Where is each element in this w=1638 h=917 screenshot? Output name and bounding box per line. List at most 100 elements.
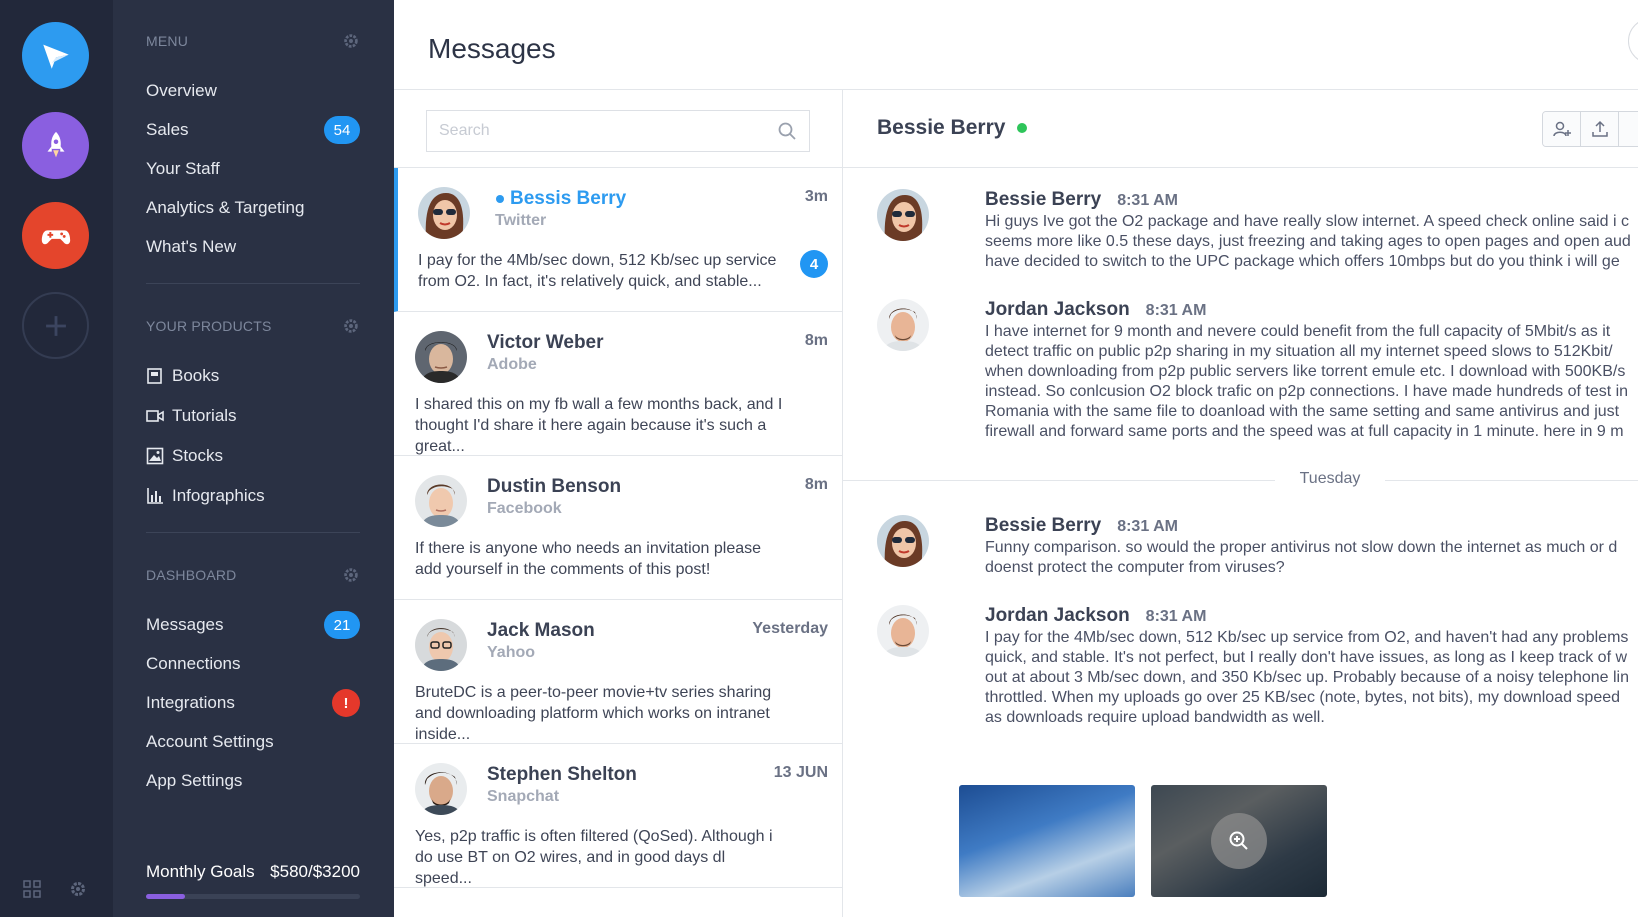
rocket-icon [47, 131, 64, 157]
gear-icon[interactable] [342, 32, 360, 50]
gear-icon[interactable] [342, 566, 360, 584]
message-body: Funny comparison. so would the proper an… [985, 538, 1638, 578]
goals-progress-bar [146, 894, 360, 899]
grid-icon[interactable] [22, 879, 42, 899]
avatar [418, 187, 470, 239]
conversation-item[interactable]: Jack Mason Yahoo Yesterday BruteDC is a … [394, 600, 843, 744]
sidebar-item-analytics[interactable]: Analytics & Targeting [146, 195, 360, 221]
day-label: Tuesday [1299, 470, 1361, 487]
message-line: detect traffic on public p2p sharing in … [985, 343, 1613, 360]
sidebar-item-content: Books [146, 366, 219, 386]
more-button[interactable] [1619, 112, 1638, 146]
goals-label: Monthly Goals [146, 862, 255, 881]
sidebar-item-integrations[interactable]: Integrations ! [146, 689, 360, 717]
search-input[interactable] [439, 122, 777, 140]
sidebar-item-sales[interactable]: Sales 54 [146, 116, 360, 144]
menu-section-header: MENU [146, 32, 360, 50]
dashboard-section-title: DASHBOARD [146, 567, 237, 583]
unread-count-badge: 4 [800, 250, 828, 278]
sidebar-item-overview[interactable]: Overview [146, 78, 360, 104]
sidebar-item-messages[interactable]: Messages 21 [146, 611, 360, 639]
search-icon[interactable] [777, 121, 797, 141]
message-line: firewall and forward same ports and the … [985, 423, 1624, 440]
image-attachment-mountain[interactable] [1151, 785, 1327, 897]
sidebar-item-connections[interactable]: Connections [146, 651, 360, 677]
sidebar-item-your-staff[interactable]: Your Staff [146, 156, 360, 182]
conversation-source: Adobe [487, 356, 537, 373]
conversation-source: Twitter [495, 212, 547, 229]
upload-icon [1591, 120, 1608, 137]
conversation-item[interactable]: Stephen Shelton Snapchat 13 JUN Yes, p2p… [394, 744, 843, 888]
sidebar-item-label: Stocks [172, 446, 224, 465]
add-user-icon [1552, 121, 1571, 137]
unread-dot [496, 195, 504, 203]
sidebar-item-label: Your Staff [146, 159, 220, 178]
message-author: Bessie Berry 8:31 AM [985, 189, 1178, 211]
sidebar-item-whats-new[interactable]: What's New [146, 234, 360, 260]
message-line: instead. So conlcusion O2 block trafic o… [985, 383, 1629, 400]
app-rocket-button[interactable] [22, 112, 89, 179]
online-status-dot [1017, 123, 1028, 133]
avatar [877, 189, 929, 241]
sidebar-item-label: Connections [146, 654, 241, 673]
app-rail [0, 0, 113, 917]
sidebar-item-label: Infographics [172, 486, 265, 505]
sidebar-item-infographics[interactable]: Infographics [146, 483, 360, 509]
sidebar-item-content: Stocks [146, 446, 223, 466]
sidebar-item-account-settings[interactable]: Account Settings [146, 729, 360, 755]
avatar [415, 763, 467, 815]
app-game-button[interactable] [22, 202, 89, 269]
page-title: Messages [428, 33, 556, 64]
user-avatar[interactable] [1628, 18, 1638, 64]
plus-icon [45, 315, 66, 336]
message-line: I have internet for 9 month and nevere c… [985, 323, 1611, 340]
app-send-button[interactable] [22, 22, 89, 89]
dashboard-section-header: DASHBOARD [146, 566, 360, 584]
conversation-snippet: If there is anyone who needs an invitati… [415, 540, 762, 578]
message-time: 8:31 AM [1117, 518, 1178, 535]
conversation-item[interactable]: Dustin Benson Facebook 8m If there is an… [394, 456, 843, 600]
search-box [426, 110, 810, 152]
sidebar-item-tutorials[interactable]: Tutorials [146, 403, 360, 429]
sidebar-item-label: Integrations [146, 693, 235, 712]
message-body: I pay for the 4Mb/sec down, 512 Kb/sec u… [985, 628, 1638, 728]
upload-button[interactable] [1581, 112, 1619, 146]
message-line: seems more like 0.5 these days, just fre… [985, 233, 1631, 250]
conversation-time: 8m [804, 332, 828, 349]
zoom-button[interactable] [1211, 813, 1267, 869]
conversation-item[interactable]: Victor Weber Adobe 8m I shared this on m… [394, 312, 843, 456]
conversation-source: Yahoo [487, 644, 536, 661]
contact-name: Stephen Shelton [487, 764, 637, 785]
monthly-goals: Monthly Goals $580/$3200 [146, 862, 360, 882]
sidebar-item-content: Tutorials [146, 406, 237, 426]
conversation-item[interactable]: Bessis Berry Twitter 3m I pay for the 4M… [394, 168, 843, 312]
paper-plane-icon [42, 44, 69, 69]
sidebar-item-app-settings[interactable]: App Settings [146, 768, 360, 794]
conversation-time: Yesterday [752, 620, 828, 637]
goals-progress-fill [146, 894, 185, 899]
avatar [415, 619, 467, 671]
settings-gear-icon[interactable] [68, 879, 88, 899]
chat-contact: Bessie Berry [877, 116, 1028, 140]
sidebar-item-label: Messages [146, 615, 224, 634]
book-icon [147, 368, 162, 384]
alert-badge: ! [332, 689, 360, 717]
image-attachment-sky[interactable] [959, 785, 1135, 897]
avatar [877, 515, 929, 567]
author-name: Bessie Berry [985, 189, 1102, 210]
sidebar-item-stocks[interactable]: Stocks [146, 443, 360, 469]
bar-chart-icon [147, 488, 163, 504]
author-name: Bessie Berry [985, 515, 1102, 536]
message-line: Funny comparison. so would the proper an… [985, 539, 1618, 556]
message-author: Jordan Jackson 8:31 AM [985, 605, 1206, 627]
chat-contact-name: Bessie Berry [877, 116, 1006, 139]
add-user-button[interactable] [1543, 112, 1581, 146]
contact-name-text: Bessis Berry [510, 188, 627, 209]
add-app-button[interactable] [22, 292, 89, 359]
contact-name: Dustin Benson [487, 476, 622, 497]
gear-icon[interactable] [342, 317, 360, 335]
conversation-time: 8m [804, 476, 828, 493]
sidebar-item-books[interactable]: Books [146, 363, 360, 389]
avatar [877, 605, 929, 657]
message-time: 8:31 AM [1117, 192, 1178, 209]
